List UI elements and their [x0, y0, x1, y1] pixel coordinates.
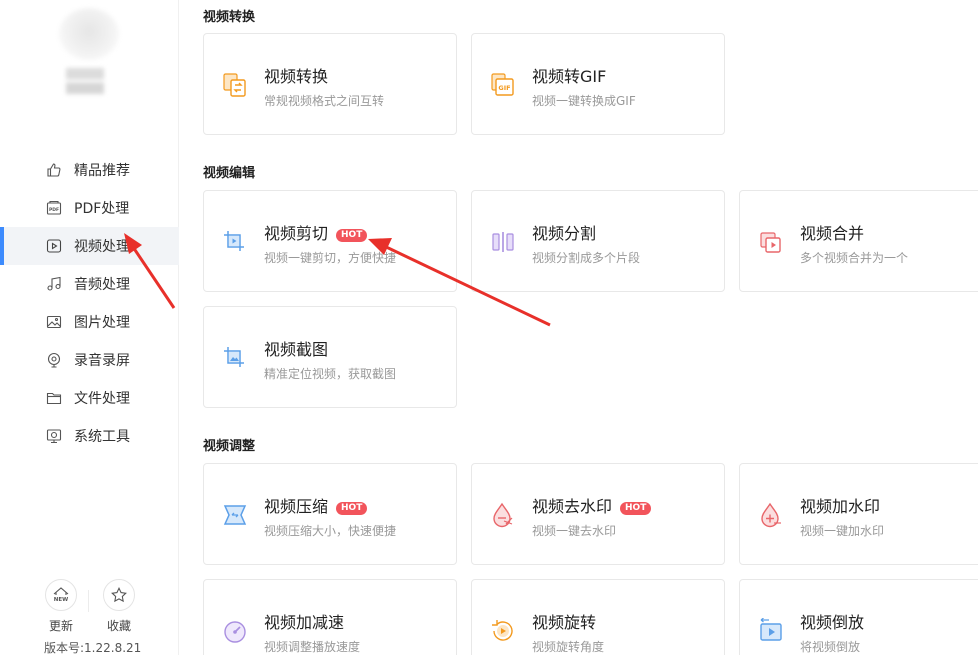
rotate-icon [490, 618, 516, 644]
card-title: 视频加水印 [800, 497, 881, 516]
sidebar-item-video[interactable]: 视频处理 [0, 227, 179, 265]
screenshot-icon [222, 345, 248, 371]
card-desc: 视频一键加水印 [800, 524, 885, 538]
section-title-adjust: 视频调整 [203, 439, 256, 454]
card-desc: 多个视频合并为一个 [800, 251, 909, 265]
card-desc: 视频一键转换成GIF [532, 94, 636, 108]
add-watermark-icon [758, 502, 784, 528]
section-title-edit: 视频编辑 [203, 166, 256, 181]
hot-badge: HOT [336, 229, 368, 242]
star-icon [103, 579, 135, 611]
speed-icon [222, 618, 248, 644]
sidebar-item-label: 文件处理 [74, 391, 130, 407]
card-title: 视频旋转 [532, 613, 597, 632]
card-video-cut[interactable]: 视频剪切 HOT 视频一键剪切，方便快捷 [203, 190, 457, 292]
reverse-icon [758, 617, 784, 644]
image-icon [46, 314, 62, 330]
split-icon [490, 229, 516, 255]
update-icon: NEW [45, 579, 77, 611]
card-video-speed[interactable]: 视频加减速 视频调整播放速度 [203, 579, 457, 655]
card-desc: 将视频倒放 [800, 640, 861, 654]
sidebar-item-file[interactable]: 文件处理 [0, 379, 179, 417]
sidebar-item-audio[interactable]: 音频处理 [0, 265, 179, 303]
remove-watermark-icon [490, 502, 516, 528]
card-desc: 视频调整播放速度 [264, 640, 361, 654]
card-desc: 视频旋转角度 [532, 640, 605, 654]
video-convert-icon [222, 72, 248, 98]
crop-icon [222, 229, 248, 255]
hot-badge: HOT [620, 502, 652, 515]
card-desc: 视频一键剪切，方便快捷 [264, 251, 397, 265]
card-video-merge[interactable]: 视频合并 多个视频合并为一个 [739, 190, 978, 292]
version-label: 版本号:1.22.8.21 [44, 641, 142, 655]
card-add-watermark[interactable]: 视频加水印 视频一键加水印 [739, 463, 978, 565]
update-button[interactable]: NEW 更新 [44, 579, 78, 634]
sidebar-item-label: 录音录屏 [74, 353, 130, 369]
sidebar: 精品推荐 PDF PDF处理 视频处理 音频处理 图片处理 录音录屏 文件处理 … [0, 0, 179, 655]
sidebar-item-pdf[interactable]: PDF PDF处理 [0, 189, 179, 227]
card-desc: 视频分割成多个片段 [532, 251, 641, 265]
monitor-icon [46, 428, 62, 444]
sidebar-item-label: 精品推荐 [74, 163, 130, 179]
sidebar-item-label: 系统工具 [74, 429, 130, 445]
compress-icon [222, 502, 248, 528]
avatar[interactable] [59, 8, 119, 60]
merge-icon [758, 229, 784, 255]
card-title: 视频截图 [264, 340, 329, 359]
record-icon [46, 352, 62, 368]
music-note-icon [46, 276, 62, 292]
card-title: 视频合并 [800, 224, 865, 243]
card-desc: 视频压缩大小，快速便捷 [264, 524, 397, 538]
svg-text:GIF: GIF [498, 84, 510, 92]
card-video-rotate[interactable]: 视频旋转 视频旋转角度 [471, 579, 725, 655]
footer-divider [88, 590, 89, 612]
card-title: 视频倒放 [800, 613, 865, 632]
card-video-to-gif[interactable]: GIF 视频转GIF 视频一键转换成GIF [471, 33, 725, 135]
card-video-screenshot[interactable]: 视频截图 精准定位视频，获取截图 [203, 306, 457, 408]
svg-text:NEW: NEW [54, 597, 68, 603]
sidebar-item-record[interactable]: 录音录屏 [0, 341, 179, 379]
card-video-compress[interactable]: 视频压缩 HOT 视频压缩大小，快速便捷 [203, 463, 457, 565]
card-title: 视频转GIF [532, 67, 607, 86]
hot-badge: HOT [336, 502, 368, 515]
card-video-convert[interactable]: 视频转换 常规视频格式之间互转 [203, 33, 457, 135]
pdf-icon: PDF [46, 200, 62, 216]
card-desc: 视频一键去水印 [532, 524, 617, 538]
card-desc: 常规视频格式之间互转 [264, 94, 385, 108]
sidebar-item-label: PDF处理 [74, 201, 130, 217]
card-title: 视频压缩 HOT [264, 493, 368, 517]
favorite-label: 收藏 [106, 619, 131, 633]
update-label: 更新 [48, 619, 73, 633]
sidebar-item-label: 视频处理 [74, 239, 130, 255]
card-video-split[interactable]: 视频分割 视频分割成多个片段 [471, 190, 725, 292]
folder-icon [46, 390, 62, 406]
sidebar-item-label: 音频处理 [74, 277, 130, 293]
card-title: 视频加减速 [264, 613, 345, 632]
main-content: 视频转换 视频转换 常规视频格式之间互转 GIF 视频转GIF 视频一键转换成G… [180, 0, 978, 655]
card-video-reverse[interactable]: 视频倒放 将视频倒放 [739, 579, 978, 655]
video-play-icon [46, 238, 62, 254]
user-name-blurred [66, 68, 104, 94]
favorite-button[interactable]: 收藏 [102, 579, 136, 634]
sidebar-item-image[interactable]: 图片处理 [0, 303, 179, 341]
card-title: 视频分割 [532, 224, 597, 243]
card-remove-watermark[interactable]: 视频去水印 HOT 视频一键去水印 [471, 463, 725, 565]
card-title: 视频转换 [264, 67, 329, 86]
sidebar-item-label: 图片处理 [74, 315, 130, 331]
svg-text:PDF: PDF [49, 207, 59, 213]
sidebar-footer: NEW 更新 收藏 [44, 579, 136, 634]
sidebar-nav: 精品推荐 PDF PDF处理 视频处理 音频处理 图片处理 录音录屏 文件处理 … [0, 151, 179, 455]
card-desc: 精准定位视频，获取截图 [264, 367, 397, 381]
thumb-up-icon [46, 162, 62, 178]
sidebar-item-system[interactable]: 系统工具 [0, 417, 179, 455]
sidebar-item-featured[interactable]: 精品推荐 [0, 151, 179, 189]
card-title: 视频去水印 HOT [532, 493, 652, 517]
section-title-convert: 视频转换 [203, 10, 256, 25]
gif-icon: GIF [490, 72, 516, 98]
card-title: 视频剪切 HOT [264, 220, 368, 244]
